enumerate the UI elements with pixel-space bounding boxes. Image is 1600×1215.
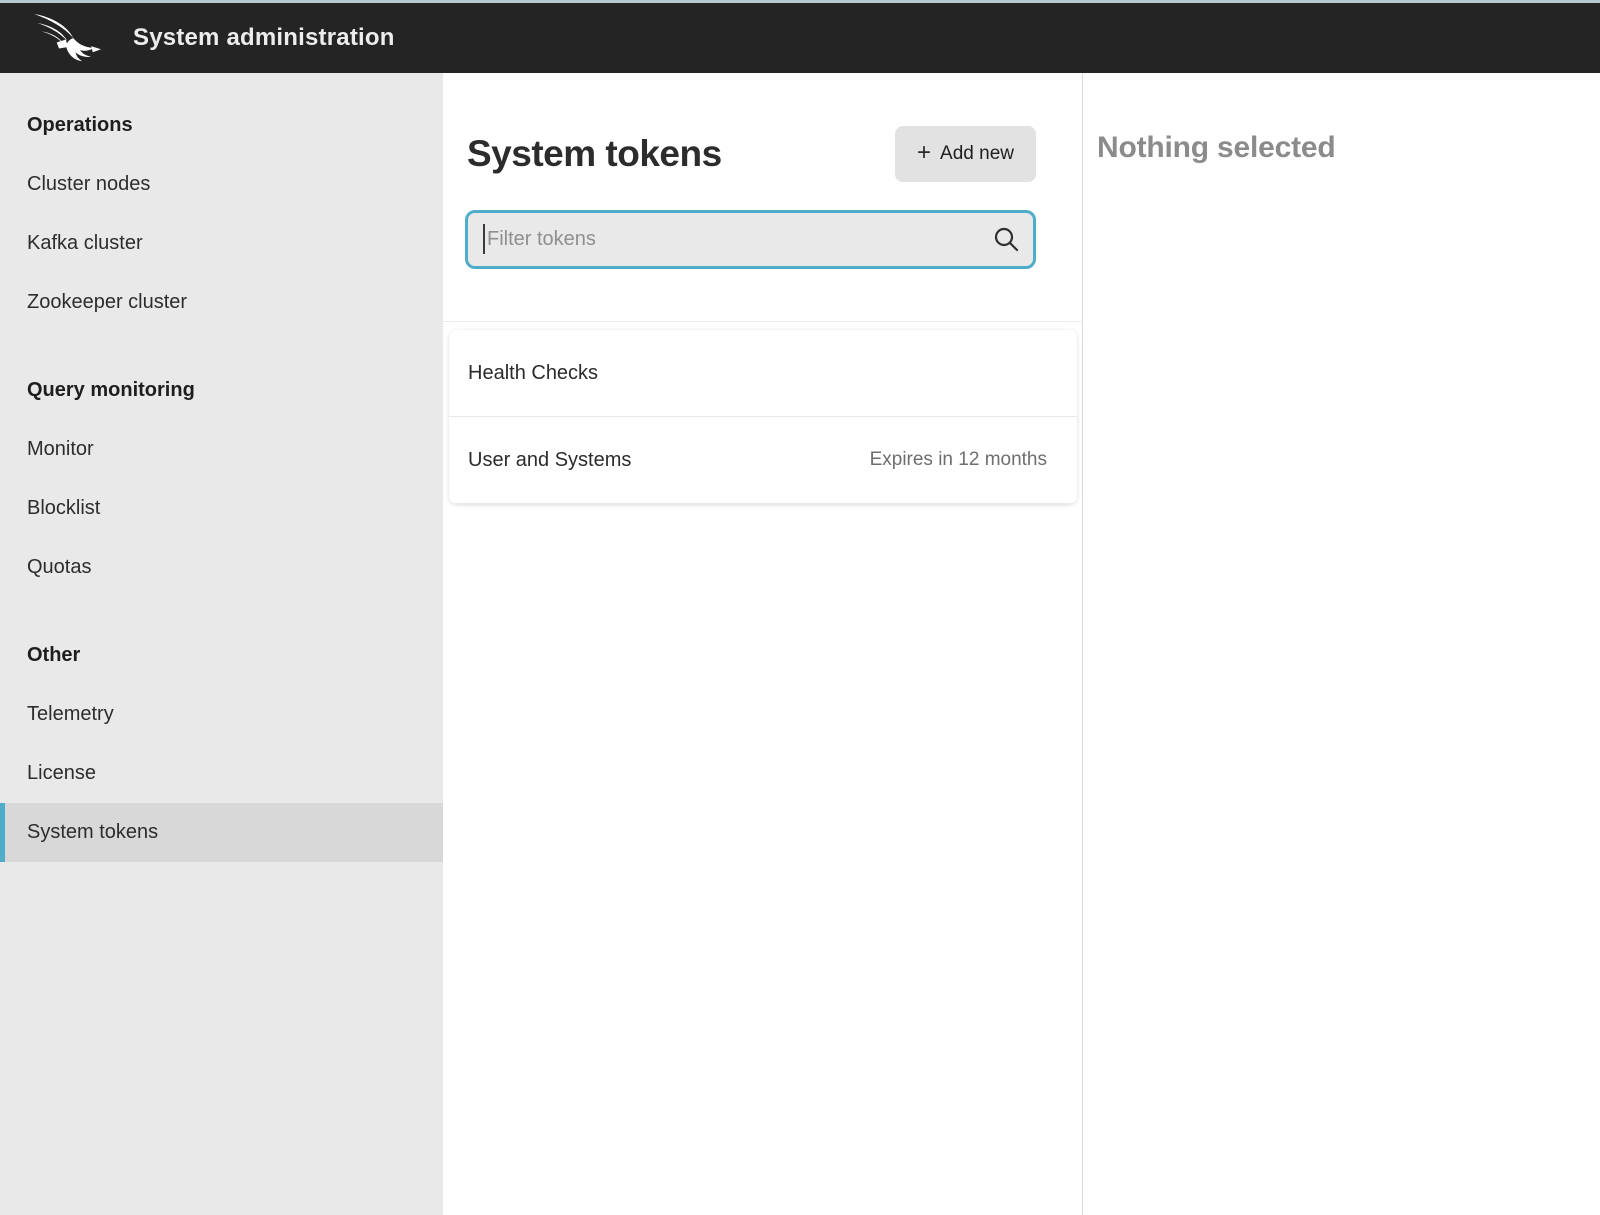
crowdstrike-falcon-logo-icon xyxy=(30,14,106,62)
filter-tokens-input[interactable] xyxy=(465,210,1036,269)
sidebar-item-blocklist[interactable]: Blocklist xyxy=(0,479,443,538)
token-name: Health Checks xyxy=(468,362,598,385)
sidebar-item-kafka-cluster[interactable]: Kafka cluster xyxy=(0,214,443,273)
plus-icon: + xyxy=(917,141,931,165)
sidebar-item-system-tokens[interactable]: System tokens xyxy=(0,803,443,862)
token-expiry: Expires in 12 months xyxy=(870,449,1047,471)
tokens-panel-header: System tokens + Add new xyxy=(443,73,1082,322)
token-row-user-and-systems[interactable]: User and Systems Expires in 12 months xyxy=(449,417,1077,504)
token-row-health-checks[interactable]: Health Checks xyxy=(449,330,1077,417)
page-title: System tokens xyxy=(465,133,722,175)
tokens-panel: System tokens + Add new Health Checks Use… xyxy=(443,73,1083,1215)
sidebar-item-cluster-nodes[interactable]: Cluster nodes xyxy=(0,155,443,214)
sidebar-item-quotas[interactable]: Quotas xyxy=(0,538,443,597)
text-cursor xyxy=(483,224,485,254)
sidebar-item-license[interactable]: License xyxy=(0,744,443,803)
empty-state-message: Nothing selected xyxy=(1097,131,1600,165)
title-row: System tokens + Add new xyxy=(465,126,1036,182)
sidebar-item-zookeeper-cluster[interactable]: Zookeeper cluster xyxy=(0,273,443,332)
sidebar-group-heading: Operations xyxy=(0,96,443,155)
sidebar-item-monitor[interactable]: Monitor xyxy=(0,420,443,479)
token-name: User and Systems xyxy=(468,449,631,472)
app-title: System administration xyxy=(133,24,395,52)
main-layout: OperationsCluster nodesKafka clusterZook… xyxy=(0,73,1600,1215)
filter-field-wrapper xyxy=(465,210,1036,269)
detail-panel: Nothing selected xyxy=(1083,73,1600,1215)
sidebar-group-heading: Query monitoring xyxy=(0,361,443,420)
sidebar-group-other: OtherTelemetryLicenseSystem tokens xyxy=(0,626,443,862)
sidebar-group-query-monitoring: Query monitoringMonitorBlocklistQuotas xyxy=(0,361,443,597)
sidebar-group-operations: OperationsCluster nodesKafka clusterZook… xyxy=(0,96,443,332)
sidebar-group-heading: Other xyxy=(0,626,443,685)
sidebar-item-telemetry[interactable]: Telemetry xyxy=(0,685,443,744)
add-new-button[interactable]: + Add new xyxy=(895,126,1036,182)
sidebar-nav: OperationsCluster nodesKafka clusterZook… xyxy=(0,73,443,1215)
add-new-button-label: Add new xyxy=(940,143,1014,165)
top-bar: System administration xyxy=(0,3,1600,73)
token-list: Health Checks User and Systems Expires in … xyxy=(449,330,1077,504)
